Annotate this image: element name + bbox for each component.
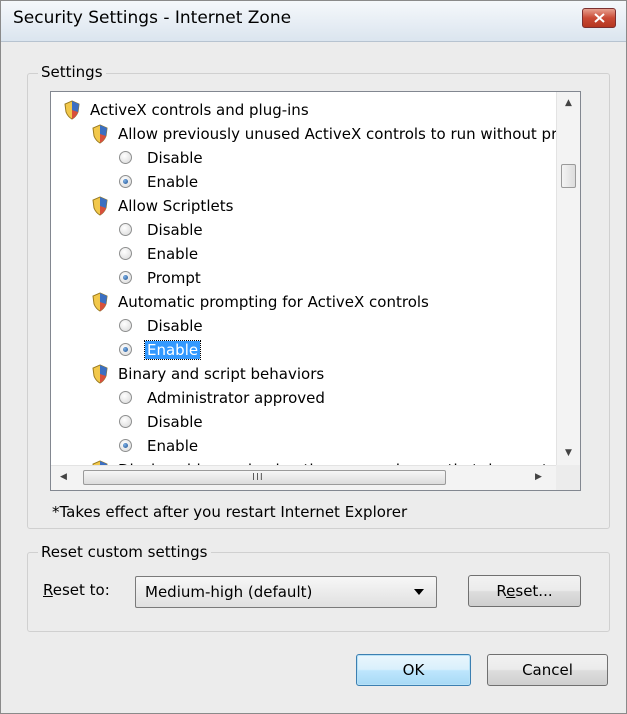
tree-item-label: Allow Scriptlets xyxy=(118,197,234,215)
radio-option-disable[interactable]: Disable xyxy=(51,410,556,434)
tree-item-label: Automatic prompting for ActiveX controls xyxy=(118,293,429,311)
title-bar: Security Settings - Internet Zone xyxy=(1,1,626,42)
reset-button[interactable]: Reset... xyxy=(468,575,581,607)
vertical-scroll-thumb[interactable] xyxy=(561,164,576,188)
horizontal-scroll-thumb[interactable]: III xyxy=(83,470,446,485)
radio-button[interactable] xyxy=(119,391,132,404)
radio-option-disable[interactable]: Disable xyxy=(51,314,556,338)
settings-tree[interactable]: ActiveX controls and plug-ins Allow previ… xyxy=(50,91,581,491)
ok-button[interactable]: OK xyxy=(356,654,471,686)
security-settings-dialog: Security Settings - Internet Zone Settin… xyxy=(0,0,627,714)
vertical-scrollbar[interactable]: ▲ ▼ xyxy=(556,92,580,465)
security-shield-icon xyxy=(91,292,109,312)
radio-option-label[interactable]: Enable xyxy=(147,437,198,455)
radio-option-disable[interactable]: Disable xyxy=(51,146,556,170)
security-shield-icon xyxy=(91,124,109,144)
radio-option-label[interactable]: Disable xyxy=(147,149,203,167)
radio-button[interactable] xyxy=(119,439,132,452)
tree-item-label: Binary and script behaviors xyxy=(118,365,325,383)
radio-button[interactable] xyxy=(119,175,132,188)
tree-category-activex-controls-and-plug-ins: ActiveX controls and plug-ins xyxy=(51,98,556,122)
reset-to-label: Reset to: xyxy=(43,581,110,599)
scrollbar-corner xyxy=(556,465,580,490)
chevron-down-icon xyxy=(414,589,424,595)
radio-option-label[interactable]: Disable xyxy=(147,221,203,239)
radio-button[interactable] xyxy=(119,223,132,236)
reset-level-value: Medium-high (default) xyxy=(145,583,313,601)
radio-option-enable[interactable]: Enable xyxy=(51,170,556,194)
close-icon xyxy=(594,13,605,23)
scroll-up-arrow-icon[interactable]: ▲ xyxy=(565,98,572,108)
radio-option-enable[interactable]: Enable xyxy=(51,242,556,266)
close-button[interactable] xyxy=(582,8,616,28)
reset-level-dropdown[interactable]: Medium-high (default) xyxy=(135,576,437,608)
scroll-right-arrow-icon[interactable]: ▶ xyxy=(535,472,542,482)
tree-setting-automatic-prompting-for-activex-controls: Automatic prompting for ActiveX controls xyxy=(51,290,556,314)
horizontal-scrollbar[interactable]: ◀ III ▶ xyxy=(51,465,556,490)
radio-button[interactable] xyxy=(119,343,132,356)
radio-button[interactable] xyxy=(119,247,132,260)
tree-item-label: ActiveX controls and plug-ins xyxy=(90,101,309,119)
radio-option-administrator-approved[interactable]: Administrator approved xyxy=(51,386,556,410)
tree-setting-allow-previously-unused-activex-controls-to-run-without-prom: Allow previously unused ActiveX controls… xyxy=(51,122,556,146)
radio-option-label[interactable]: Disable xyxy=(147,413,203,431)
tree-item-label: Allow previously unused ActiveX controls… xyxy=(118,125,556,143)
settings-tree-content: ActiveX controls and plug-ins Allow previ… xyxy=(51,92,556,465)
scroll-left-arrow-icon[interactable]: ◀ xyxy=(60,472,67,482)
security-shield-icon xyxy=(63,100,81,120)
radio-option-label[interactable]: Enable xyxy=(147,173,198,191)
tree-setting-binary-and-script-behaviors: Binary and script behaviors xyxy=(51,362,556,386)
restart-note: *Takes effect after you restart Internet… xyxy=(52,503,408,521)
radio-option-enable[interactable]: Enable xyxy=(51,338,556,362)
tree-setting-allow-scriptlets: Allow Scriptlets xyxy=(51,194,556,218)
radio-button[interactable] xyxy=(119,415,132,428)
radio-button[interactable] xyxy=(119,271,132,284)
radio-button[interactable] xyxy=(119,319,132,332)
reset-button-mnemonic: e xyxy=(506,582,516,600)
radio-option-label[interactable]: Disable xyxy=(147,317,203,335)
radio-option-label[interactable]: Prompt xyxy=(147,269,201,287)
radio-option-prompt[interactable]: Prompt xyxy=(51,266,556,290)
reset-legend: Reset custom settings xyxy=(38,543,211,561)
reset-to-mnemonic: R xyxy=(43,581,53,599)
security-shield-icon xyxy=(91,364,109,384)
reset-to-label-rest: eset to: xyxy=(52,581,110,599)
cancel-button[interactable]: Cancel xyxy=(487,654,608,686)
scroll-grip: III xyxy=(252,472,264,483)
tree-setting-display-video-and-animation-on-a-webpage-that-does-not-use: Display video and animation on a webpage… xyxy=(51,458,556,465)
radio-option-enable[interactable]: Enable xyxy=(51,434,556,458)
reset-button-label: Reset... xyxy=(496,582,553,600)
radio-option-label[interactable]: Administrator approved xyxy=(147,389,325,407)
settings-legend: Settings xyxy=(38,63,106,81)
radio-button[interactable] xyxy=(119,151,132,164)
scroll-down-arrow-icon[interactable]: ▼ xyxy=(565,448,572,458)
radio-option-label[interactable]: Enable xyxy=(143,340,202,360)
radio-option-label[interactable]: Enable xyxy=(147,245,198,263)
security-shield-icon xyxy=(91,196,109,216)
window-title: Security Settings - Internet Zone xyxy=(13,8,292,28)
radio-option-disable[interactable]: Disable xyxy=(51,218,556,242)
